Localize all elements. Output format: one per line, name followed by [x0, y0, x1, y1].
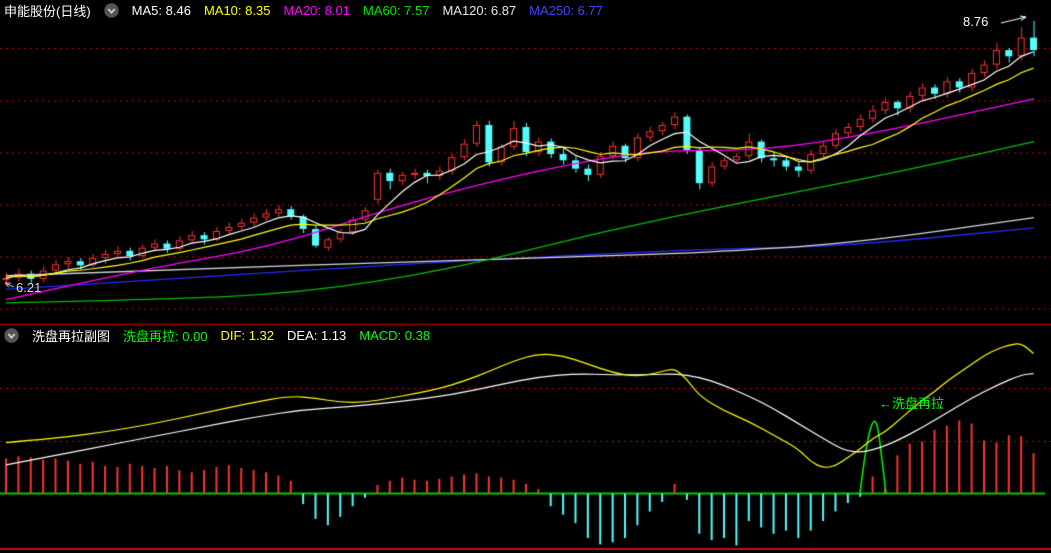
macd-value: MACD: 0.38	[359, 327, 431, 343]
lowest-price-label: 6.21	[16, 280, 42, 295]
trading-app-window: 申能股份(日线) MA5: 8.46 MA10: 8.35 MA20: 8.01…	[0, 0, 1051, 553]
chart-canvas[interactable]	[0, 0, 1051, 553]
ma10-value: MA10: 8.35	[203, 2, 271, 18]
collapse-chevron-icon[interactable]	[4, 327, 19, 343]
signal-annotation-label: ←洗盘再拉	[879, 396, 945, 411]
ma5-value: MA5: 8.46	[131, 2, 191, 18]
main-chart-header: 申能股份(日线) MA5: 8.46 MA10: 8.35 MA20: 8.01…	[4, 0, 603, 20]
ma250-value: MA250: 6.77	[529, 2, 603, 18]
ma120-value: MA120: 6.87	[442, 2, 517, 18]
dea-value: DEA: 1.13	[287, 327, 347, 343]
sub-indicator-title: 洗盘再拉副图	[32, 328, 111, 344]
ma60-value: MA60: 7.57	[362, 2, 430, 18]
collapse-chevron-icon[interactable]	[103, 2, 119, 18]
sub-chart-header: 洗盘再拉副图 洗盘再拉: 0.00 DIF: 1.32 DEA: 1.13 MA…	[4, 325, 430, 345]
stock-title: 申能股份(日线)	[4, 3, 91, 19]
xipan-zaila-value: 洗盘再拉: 0.00	[123, 328, 208, 344]
ma20-value: MA20: 8.01	[283, 2, 350, 18]
highest-price-label: 8.76	[963, 14, 989, 29]
dif-value: DIF: 1.32	[220, 327, 275, 343]
